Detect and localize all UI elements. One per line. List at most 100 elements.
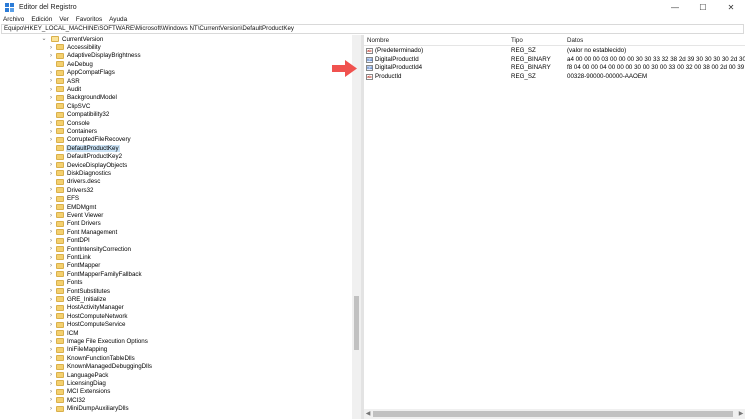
chevron-right-icon[interactable]: › (48, 170, 54, 178)
column-header-nombre[interactable]: Nombre (367, 37, 389, 44)
tree-item[interactable]: › ICM (0, 329, 352, 337)
tree-item[interactable]: › FontLink (0, 253, 352, 261)
chevron-right-icon[interactable]: › (48, 371, 54, 379)
tree-item[interactable]: › Event Viewer (0, 211, 352, 219)
menu-ayuda[interactable]: Ayuda (109, 16, 127, 23)
tree-item[interactable]: › Containers (0, 127, 352, 135)
chevron-right-icon[interactable]: › (48, 119, 54, 127)
chevron-right-icon[interactable]: › (48, 312, 54, 320)
minimize-button[interactable]: — (661, 0, 689, 14)
list-row[interactable]: ab ProductId REG_SZ 00328-90000-00000-AAOEM (364, 73, 745, 82)
tree-item[interactable]: › Font Drivers (0, 220, 352, 228)
tree-item-currentversion[interactable]: ⌄ CurrentVersion (0, 35, 352, 43)
tree-item[interactable]: › AppCompatFlags (0, 69, 352, 77)
tree-item[interactable]: › KnownManagedDebuggingDlls (0, 363, 352, 371)
chevron-right-icon[interactable]: › (48, 69, 54, 77)
tree-item[interactable]: › MCI Extensions (0, 388, 352, 396)
tree-item[interactable]: AeDebug (0, 60, 352, 68)
chevron-right-icon[interactable]: › (48, 304, 54, 312)
scroll-left-arrow-icon[interactable]: ◀ (364, 410, 372, 418)
tree-item[interactable]: › KnownFunctionTableDlls (0, 354, 352, 362)
tree-item[interactable]: › DeviceDisplayObjects (0, 161, 352, 169)
chevron-right-icon[interactable]: › (48, 220, 54, 228)
tree-item[interactable]: › DiskDiagnostics (0, 169, 352, 177)
scroll-right-arrow-icon[interactable]: ▶ (737, 410, 745, 418)
chevron-right-icon[interactable]: › (48, 186, 54, 194)
tree-item[interactable]: › Console (0, 119, 352, 127)
chevron-right-icon[interactable]: › (48, 296, 54, 304)
tree-item[interactable]: › FontIntensityCorrection (0, 245, 352, 253)
chevron-right-icon[interactable]: › (48, 270, 54, 278)
address-bar[interactable]: Equipo\HKEY_LOCAL_MACHINE\SOFTWARE\Micro… (1, 24, 744, 34)
tree-item[interactable]: › FontSubstitutes (0, 287, 352, 295)
tree-item[interactable]: › HostActivityManager (0, 304, 352, 312)
chevron-right-icon[interactable]: › (48, 321, 54, 329)
chevron-right-icon[interactable]: › (48, 405, 54, 413)
chevron-right-icon[interactable]: › (48, 52, 54, 60)
chevron-right-icon[interactable]: › (48, 44, 54, 52)
chevron-right-icon[interactable]: › (48, 254, 54, 262)
chevron-right-icon[interactable]: › (48, 228, 54, 236)
tree-item[interactable]: › FontMapperFamilyFallback (0, 270, 352, 278)
tree-item[interactable]: › Image File Execution Options (0, 337, 352, 345)
chevron-right-icon[interactable]: › (48, 363, 54, 371)
tree-item[interactable]: › ASR (0, 77, 352, 85)
menu-ver[interactable]: Ver (59, 16, 69, 23)
tree-item[interactable]: Compatibility32 (0, 111, 352, 119)
column-header-datos[interactable]: Datos (567, 37, 583, 44)
registry-tree[interactable]: ⌄ CurrentVersion › Accessibility › AdaptiveDi… (0, 35, 361, 419)
chevron-right-icon[interactable]: › (48, 380, 54, 388)
menu-archivo[interactable]: Archivo (3, 16, 24, 23)
chevron-right-icon[interactable]: › (48, 354, 54, 362)
maximize-button[interactable]: ☐ (689, 0, 717, 14)
list-horizontal-scrollbar[interactable]: ◀ ▶ (364, 409, 745, 419)
chevron-right-icon[interactable]: › (48, 396, 54, 404)
tree-item[interactable]: › IniFileMapping (0, 346, 352, 354)
menu-edicion[interactable]: Edición (31, 16, 52, 23)
chevron-right-icon[interactable]: › (48, 329, 54, 337)
chevron-right-icon[interactable]: › (48, 161, 54, 169)
tree-item[interactable]: ClipSVC (0, 102, 352, 110)
chevron-right-icon[interactable]: › (48, 262, 54, 270)
tree-item[interactable]: › GRE_Initialize (0, 295, 352, 303)
chevron-right-icon[interactable]: › (48, 212, 54, 220)
tree-item[interactable]: Fonts (0, 279, 352, 287)
chevron-right-icon[interactable]: › (48, 86, 54, 94)
close-button[interactable]: ✕ (717, 0, 745, 14)
tree-item[interactable]: › LanguagePack (0, 371, 352, 379)
tree-item[interactable]: › EMDMgmt (0, 203, 352, 211)
column-header-tipo[interactable]: Tipo (511, 37, 523, 44)
chevron-right-icon[interactable]: › (48, 237, 54, 245)
menu-favoritos[interactable]: Favoritos (76, 16, 102, 23)
tree-vertical-scrollbar[interactable] (352, 35, 361, 419)
tree-item[interactable]: › Audit (0, 85, 352, 93)
tree-item[interactable]: › Accessibility (0, 43, 352, 51)
chevron-right-icon[interactable]: › (48, 346, 54, 354)
tree-item[interactable]: › FontDPI (0, 237, 352, 245)
tree-item[interactable]: › LicensingDiag (0, 379, 352, 387)
tree-item[interactable]: DefaultProductKey (0, 144, 352, 152)
chevron-right-icon[interactable]: › (48, 203, 54, 211)
chevron-right-icon[interactable]: › (48, 245, 54, 253)
tree-item[interactable]: › BackgroundModel (0, 94, 352, 102)
tree-item[interactable]: › MCI32 (0, 396, 352, 404)
chevron-right-icon[interactable]: › (48, 136, 54, 144)
tree-item[interactable]: › FontMapper (0, 262, 352, 270)
tree-item[interactable]: › CorruptedFileRecovery (0, 136, 352, 144)
tree-item[interactable]: drivers.desc (0, 178, 352, 186)
list-row[interactable]: ab (Predeterminado) REG_SZ (valor no establ… (364, 47, 745, 56)
tree-item[interactable]: › EFS (0, 195, 352, 203)
tree-item[interactable]: › HostComputeService (0, 321, 352, 329)
chevron-down-icon[interactable]: ⌄ (41, 35, 47, 43)
list-scroll-thumb[interactable] (373, 411, 733, 417)
list-row[interactable]: 011 DigitalProductId4 REG_BINARY f8 04 00 0… (364, 64, 745, 73)
chevron-right-icon[interactable]: › (48, 338, 54, 346)
chevron-right-icon[interactable]: › (48, 128, 54, 136)
chevron-right-icon[interactable]: › (48, 287, 54, 295)
tree-item[interactable]: › Drivers32 (0, 186, 352, 194)
chevron-right-icon[interactable]: › (48, 77, 54, 85)
chevron-right-icon[interactable]: › (48, 388, 54, 396)
tree-item[interactable]: › Font Management (0, 228, 352, 236)
tree-scroll-thumb[interactable] (354, 296, 359, 350)
chevron-right-icon[interactable]: › (48, 94, 54, 102)
